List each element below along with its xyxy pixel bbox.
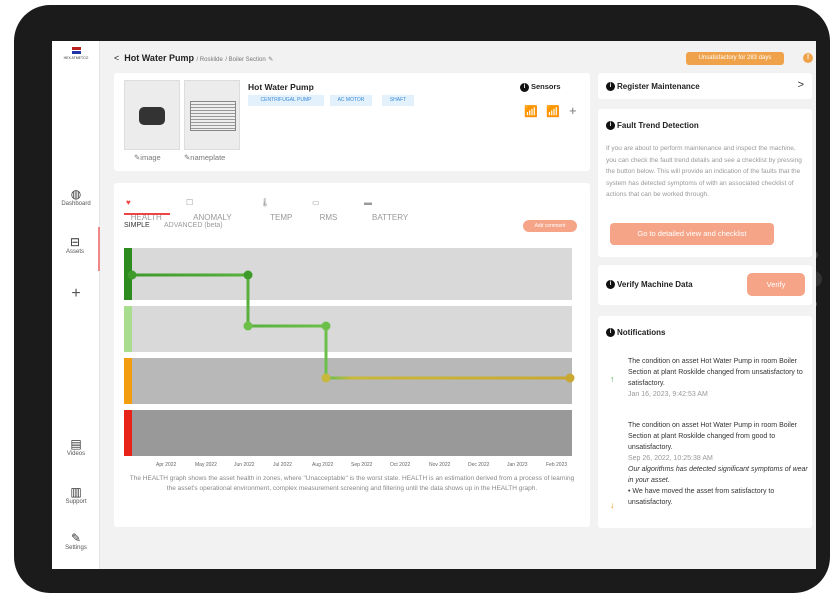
sensors-header: i Sensors [520, 82, 561, 92]
verify-button[interactable]: Verify [747, 273, 805, 296]
asset-image[interactable] [124, 80, 180, 150]
sidebar-item-support[interactable]: ▥ Support [52, 485, 100, 505]
chevron-right-icon[interactable]: > [798, 79, 804, 91]
sidebar-item-label: Assets [65, 249, 84, 255]
health-point[interactable] [127, 270, 137, 280]
health-line-chart [127, 270, 575, 383]
brand-name: HEX ATMETCO [63, 56, 89, 60]
info-icon: i [606, 328, 615, 338]
motor-image [139, 107, 165, 125]
tag-ac-motor: AC MOTOR [330, 95, 372, 106]
x-tick-label: Sep 2022 [351, 462, 373, 468]
sensors-label: Sensors [531, 82, 561, 91]
page-title: Hot Water Pump [124, 53, 194, 63]
book-icon: ▥ [70, 485, 82, 499]
breadcrumb-section[interactable]: / Boiler Section [225, 57, 265, 63]
fault-trend-title: i Fault Trend Detection [606, 121, 699, 131]
notification-item[interactable]: The condition on asset Hot Water Pump in… [628, 356, 808, 400]
tag-shaft: SHAFT [382, 95, 414, 106]
wrench-icon: ✎ [70, 531, 82, 545]
notification-date: Jan 16, 2023, 9:42:53 AM [628, 391, 708, 398]
sidebar-item-dashboard[interactable]: ◍ Dashboard [52, 187, 100, 207]
tag-centrifugal-pump: CENTRIFUGAL PUMP [248, 95, 324, 106]
status-badge: Unsatisfactory for 283 days [686, 52, 784, 65]
back-button[interactable]: < [114, 53, 119, 63]
image-label: image [140, 153, 161, 162]
edit-image-link[interactable]: ✎image [134, 153, 161, 162]
x-tick-label: Nov 2022 [429, 462, 451, 468]
x-tick-label: Dec 2022 [468, 462, 490, 468]
x-tick-label: Aug 2022 [312, 462, 334, 468]
sidebar-item-assets[interactable]: ⊟ Assets [52, 227, 100, 271]
health-chart-card: ♥ HEALTH ☐ ANOMALY 🌡 TEMP ▭ RMS ▬ BATTER… [114, 183, 590, 527]
verify-machine-card: i Verify Machine Data Verify [598, 265, 812, 305]
sidebar-item-label: Videos [66, 451, 86, 457]
fault-trend-card: i Fault Trend Detection If you are about … [598, 109, 812, 257]
sensor-wifi-icon[interactable]: 📶 [546, 105, 560, 118]
add-sensor-button[interactable]: + [569, 103, 577, 118]
health-point[interactable] [565, 373, 575, 383]
x-tick-label: Feb 2023 [546, 462, 568, 468]
screen: HEX ATMETCO ◍ Dashboard ⊟ Assets + ▤ Vid… [52, 41, 816, 569]
x-tick-label: Jun 2022 [234, 462, 255, 468]
info-icon: i [606, 82, 615, 92]
info-icon: i [606, 121, 615, 131]
sidebar-item-label: Support [65, 499, 87, 505]
notification-extra2: • We have moved the asset from satisfact… [628, 488, 775, 506]
flag-icon [72, 47, 81, 54]
verify-title-text: Verify Machine Data [617, 280, 693, 289]
x-tick-label: May 2022 [195, 462, 217, 468]
asset-title: Hot Water Pump [248, 82, 314, 92]
notification-text: The condition on asset Hot Water Pump in… [628, 422, 797, 451]
health-point[interactable] [321, 373, 331, 383]
breadcrumb-plant[interactable]: / Roskilde [196, 57, 222, 63]
add-asset-button[interactable]: + [52, 285, 100, 303]
fault-trend-title-text: Fault Trend Detection [617, 121, 699, 130]
nameplate-image[interactable] [184, 80, 240, 150]
nameplate-picture [190, 101, 236, 131]
x-tick-label: Apr 2022 [156, 462, 177, 468]
health-series-line [132, 273, 570, 380]
breadcrumb: < Hot Water Pump / Roskilde / Boiler Sec… [114, 53, 273, 63]
warning-icon[interactable]: ! [803, 53, 813, 63]
verify-title: i Verify Machine Data [606, 280, 693, 290]
x-tick-label: Oct 2022 [390, 462, 411, 468]
notification-item[interactable]: The condition on asset Hot Water Pump in… [628, 420, 808, 508]
detailed-view-button[interactable]: Go to detailed view and checklist [610, 223, 774, 245]
tablet-frame: HEX ATMETCO ◍ Dashboard ⊟ Assets + ▤ Vid… [14, 5, 830, 593]
notifications-card: i Notifications ↑ The condition on asset … [598, 316, 812, 528]
sidebar-item-label: Dashboard [61, 201, 91, 207]
health-point[interactable] [243, 270, 253, 280]
x-tick-label: Jul 2022 [273, 462, 292, 468]
health-point[interactable] [243, 321, 253, 331]
edit-nameplate-link[interactable]: ✎nameplate [184, 153, 225, 162]
notification-date: Sep 26, 2022, 10:25:38 AM [628, 455, 713, 462]
sidebar-item-videos[interactable]: ▤ Videos [52, 437, 100, 457]
arrow-up-icon: ↑ [610, 374, 615, 384]
register-maintenance-card[interactable]: i Register Maintenance > [598, 73, 812, 99]
health-point[interactable] [321, 321, 331, 331]
nameplate-label: nameplate [190, 153, 226, 162]
notifications-title: i Notifications [606, 328, 666, 338]
info-icon: i [520, 82, 529, 92]
register-title-text: Register Maintenance [617, 82, 700, 91]
asset-card: ✎image ✎nameplate Hot Water Pump CENTRIF… [114, 73, 590, 171]
chart-caption: The HEALTH graph shows the asset health … [129, 475, 575, 492]
notifications-title-text: Notifications [617, 328, 666, 337]
sidebar-item-label: Settings [65, 545, 87, 551]
sidebar: HEX ATMETCO ◍ Dashboard ⊟ Assets + ▤ Vid… [52, 41, 100, 569]
sidebar-item-settings[interactable]: ✎ Settings [52, 531, 100, 551]
fault-trend-description: If you are about to perform maintenance … [606, 145, 802, 198]
arrow-down-icon: ↓ [610, 500, 615, 510]
register-maintenance-title: i Register Maintenance [606, 82, 700, 92]
info-icon: i [606, 280, 615, 290]
globe-icon: ◍ [70, 187, 82, 201]
notification-extra: Our algorithms has detected significant … [628, 466, 808, 484]
edit-icon[interactable]: ✎ [268, 57, 273, 63]
notification-text: The condition on asset Hot Water Pump in… [628, 358, 803, 387]
sensor-wifi-icon[interactable]: 📶 [524, 105, 538, 118]
assets-icon: ⊟ [69, 235, 81, 249]
x-tick-label: Jan 2023 [507, 462, 528, 468]
film-icon: ▤ [70, 437, 82, 451]
